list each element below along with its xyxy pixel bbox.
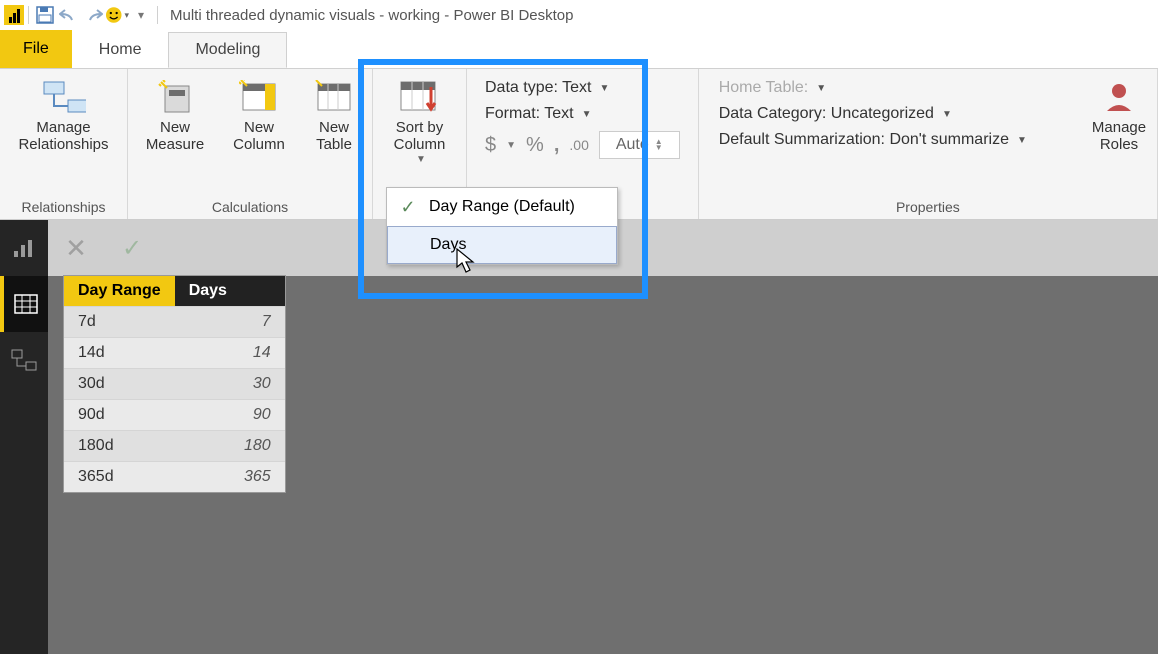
chevron-down-icon: ▼	[816, 83, 826, 94]
group-label-calculations: Calculations	[212, 195, 288, 219]
table-row[interactable]: 14d14	[64, 338, 285, 369]
auto-label: Auto	[616, 136, 649, 154]
formula-input[interactable]	[160, 230, 1158, 266]
manage-relationships-label: Manage Relationships	[18, 119, 108, 154]
sort-by-column-menu: ✓ Day Range (Default) Days	[386, 187, 618, 265]
column-icon	[237, 79, 281, 115]
table-icon	[312, 79, 356, 115]
commit-formula-button[interactable]: ✓	[104, 234, 160, 263]
sort-menu-label: Days	[430, 236, 466, 254]
ribbon-tabs: File Home Modeling	[0, 30, 1158, 68]
column-header-day-range[interactable]: Day Range	[64, 276, 175, 307]
sort-by-column-button[interactable]: Sort by Column▼	[377, 73, 463, 165]
chevron-down-icon: ▼	[599, 83, 609, 94]
new-measure-label: New Measure	[146, 119, 204, 154]
report-view-button[interactable]	[0, 220, 48, 276]
new-table-label: New Table	[316, 119, 352, 154]
data-type-dropdown[interactable]: Data type: Text ▼	[485, 79, 680, 97]
column-header-days[interactable]: Days	[175, 276, 285, 307]
cell: 180	[175, 431, 285, 462]
new-measure-button[interactable]: New Measure	[136, 73, 214, 154]
cell: 90	[175, 400, 285, 431]
decimals-auto-field[interactable]: Auto ▲▼	[599, 131, 680, 159]
group-label-properties: Properties	[896, 195, 960, 219]
table-row[interactable]: 30d30	[64, 369, 285, 400]
cell: 365d	[64, 462, 175, 493]
default-summarization-label: Default Summarization: Don't summarize	[719, 131, 1009, 149]
table-header-row: Day Range Days	[64, 276, 285, 307]
table-row[interactable]: 7d7	[64, 307, 285, 338]
chevron-down-icon: ▼	[416, 154, 426, 166]
data-view-button[interactable]	[0, 276, 48, 332]
undo-icon[interactable]	[57, 3, 81, 27]
window-title: Multi threaded dynamic visuals - working…	[170, 7, 574, 24]
chevron-down-icon: ▼	[1017, 135, 1027, 146]
decimal-icon[interactable]: .00	[569, 137, 588, 153]
home-table-dropdown[interactable]: Home Table: ▼	[719, 79, 1027, 97]
sort-menu-item-days[interactable]: Days	[387, 226, 617, 264]
cell: 14d	[64, 338, 175, 369]
new-column-label: New Column	[233, 119, 285, 154]
tab-modeling[interactable]: Modeling	[168, 32, 287, 68]
table-row[interactable]: 180d180	[64, 431, 285, 462]
separator	[28, 6, 29, 24]
data-category-dropdown[interactable]: Data Category: Uncategorized ▼	[719, 105, 1027, 123]
table-row[interactable]: 90d90	[64, 400, 285, 431]
sort-menu-label: Day Range (Default)	[429, 198, 575, 216]
group-calculations: New Measure New Column New Table Calcula…	[128, 69, 373, 219]
tab-home[interactable]: Home	[72, 32, 169, 68]
group-label-relationships: Relationships	[21, 195, 105, 219]
save-icon[interactable]	[33, 3, 57, 27]
cell: 365	[175, 462, 285, 493]
data-type-label: Data type: Text	[485, 79, 591, 97]
check-icon: ✓	[397, 197, 419, 218]
comma-icon[interactable]: ,	[554, 134, 560, 157]
manage-relationships-button[interactable]: Manage Relationships	[5, 73, 123, 154]
person-icon	[1097, 79, 1141, 115]
view-switcher	[0, 220, 48, 654]
separator	[157, 6, 158, 24]
measure-icon	[153, 79, 197, 115]
data-table: Day Range Days 7d7 14d14 30d30 90d90 180…	[64, 276, 285, 492]
format-label: Format: Text	[485, 105, 574, 123]
qatoolbar-customize-icon[interactable]: ▾	[129, 3, 153, 27]
format-dropdown[interactable]: Format: Text ▼	[485, 105, 680, 123]
cell: 30d	[64, 369, 175, 400]
data-category-label: Data Category: Uncategorized	[719, 105, 934, 123]
sort-menu-item-default[interactable]: ✓ Day Range (Default)	[387, 188, 617, 226]
titlebar: ▾ ▾ Multi threaded dynamic visuals - wor…	[0, 0, 1158, 30]
new-column-button[interactable]: New Column	[220, 73, 298, 154]
default-summarization-dropdown[interactable]: Default Summarization: Don't summarize ▼	[719, 131, 1027, 149]
group-relationships: Manage Relationships Relationships	[0, 69, 128, 219]
cell: 7d	[64, 307, 175, 338]
redo-icon[interactable]	[81, 3, 105, 27]
relationships-icon	[42, 79, 86, 115]
tab-file[interactable]: File	[0, 30, 72, 68]
table-row[interactable]: 365d365	[64, 462, 285, 493]
currency-icon[interactable]: $	[485, 134, 496, 157]
app-logo-icon	[4, 5, 24, 25]
spinner-icon[interactable]: ▲▼	[655, 139, 663, 151]
smiley-icon[interactable]: ▾	[105, 3, 129, 27]
group-properties: Home Table: ▼ Data Category: Uncategorize…	[699, 69, 1158, 219]
cell: 30	[175, 369, 285, 400]
chevron-down-icon: ▼	[942, 109, 952, 120]
home-table-label: Home Table:	[719, 79, 809, 97]
manage-roles-label: Manage Roles	[1092, 119, 1146, 154]
model-view-button[interactable]	[0, 332, 48, 388]
cell: 180d	[64, 431, 175, 462]
cancel-formula-button[interactable]: ✕	[48, 233, 104, 264]
chevron-down-icon: ▼	[506, 140, 516, 151]
new-table-button[interactable]: New Table	[304, 73, 364, 154]
cell: 14	[175, 338, 285, 369]
manage-roles-button[interactable]: Manage Roles	[1089, 73, 1149, 154]
sort-icon	[398, 79, 442, 115]
sort-by-column-label: Sort by Column	[394, 119, 446, 154]
chevron-down-icon: ▼	[582, 109, 592, 120]
cell: 90d	[64, 400, 175, 431]
cell: 7	[175, 307, 285, 338]
percent-icon[interactable]: %	[526, 134, 544, 157]
